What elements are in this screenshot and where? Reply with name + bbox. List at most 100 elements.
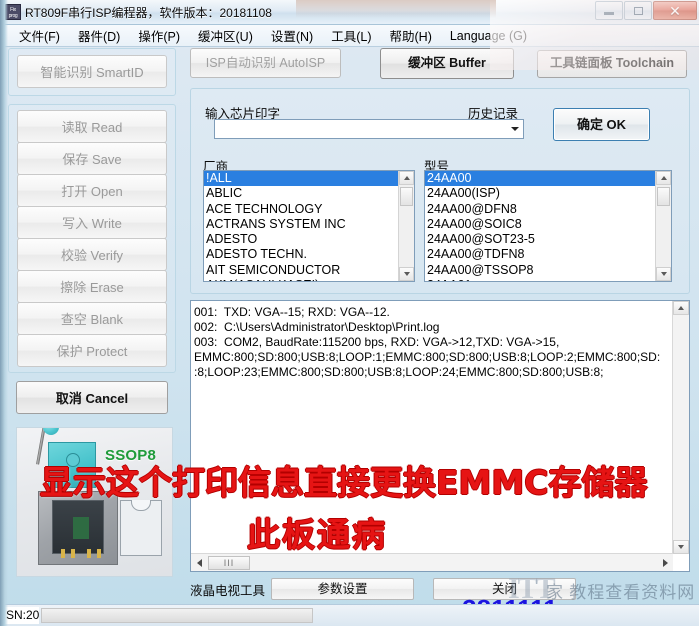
menu-buffer[interactable]: 缓冲区(U): [189, 24, 262, 47]
smartid-button[interactable]: 智能识别 SmartID: [17, 55, 167, 88]
maximize-icon: [633, 6, 643, 15]
lcd-tv-tool-label: 液晶电视工具: [190, 583, 266, 598]
read-button[interactable]: 读取 Read: [17, 110, 167, 143]
progress-bar: [41, 608, 314, 623]
status-bar: SN:20: [0, 604, 699, 626]
vendor-scrollbar[interactable]: [398, 171, 414, 281]
pcb-hole: [66, 453, 80, 467]
minimize-icon: [604, 12, 614, 15]
ssop8-socket: [38, 491, 118, 565]
erase-button[interactable]: 擦除 Erase: [17, 270, 167, 303]
menu-bar: 文件(F) 器件(D) 操作(P) 缓冲区(U) 设置(N) 工具(L) 帮助(…: [0, 25, 699, 47]
log-output-panel[interactable]: 001: TXD: VGA--15; RXD: VGA--12. 002: C:…: [190, 300, 690, 572]
smartid-group: 智能识别 SmartID: [8, 48, 176, 96]
scroll-down-icon[interactable]: [656, 267, 671, 281]
minimize-button[interactable]: [595, 1, 623, 20]
blank-button[interactable]: 查空 Blank: [17, 302, 167, 335]
adapter-pcb: [48, 442, 96, 488]
socket-pin: [71, 549, 75, 558]
list-item[interactable]: ABLIC: [204, 186, 398, 201]
cancel-group: 取消 Cancel: [8, 381, 176, 414]
protect-button[interactable]: 保护 Protect: [17, 334, 167, 367]
scroll-up-icon[interactable]: [656, 171, 671, 185]
scrollbar-thumb[interactable]: [400, 187, 413, 206]
vendor-listbox[interactable]: !ALL ABLIC ACE TECHNOLOGY ACTRANS SYSTEM…: [203, 170, 415, 282]
list-item[interactable]: ACE TECHNOLOGY: [204, 202, 398, 217]
log-horizontal-scrollbar[interactable]: III: [191, 553, 673, 571]
window-controls: ✕: [595, 1, 697, 20]
window-left-edge: [0, 0, 8, 626]
log-line: EMMC:800;SD:800;USB:8;LOOP:1;EMMC:800;SD…: [194, 350, 661, 364]
window-title: RT809F串行ISP编程器，软件版本：20181108: [25, 5, 272, 20]
vendor-list-items: !ALL ABLIC ACE TECHNOLOGY ACTRANS SYSTEM…: [204, 171, 398, 281]
list-item[interactable]: ADESTO TECHN.: [204, 247, 398, 262]
chevron-down-icon[interactable]: [507, 120, 523, 138]
chip-search-combo[interactable]: [214, 119, 524, 139]
log-line: :8;LOOP:23;EMMC:800;SD:800;USB:8;LOOP:24…: [194, 365, 604, 379]
tab-buffer[interactable]: 缓冲区 Buffer: [380, 48, 514, 79]
close-button[interactable]: ✕: [653, 1, 697, 20]
scroll-down-icon[interactable]: [673, 540, 689, 554]
list-item[interactable]: 24AA00@SOT23-5: [425, 232, 655, 247]
chip-search-input[interactable]: [215, 120, 507, 138]
list-item[interactable]: 24AA00@TSSOP8: [425, 263, 655, 278]
socket-pin: [97, 549, 101, 558]
log-line: 003: COM2, BaudRate:115200 bps, RXD: VGA…: [194, 335, 560, 349]
log-line: 001: TXD: VGA--15; RXD: VGA--12.: [194, 305, 390, 319]
tab-toolchain[interactable]: 工具链面板 Toolchain: [537, 50, 687, 78]
close-dialog-button[interactable]: 关闭: [433, 578, 577, 600]
parameter-settings-button[interactable]: 参数设置: [271, 578, 415, 600]
scroll-left-icon[interactable]: [191, 555, 207, 570]
log-vertical-scrollbar[interactable]: [672, 301, 689, 554]
list-item[interactable]: AKM(ASAHI KASEI): [204, 278, 398, 281]
status-sn: SN:20: [2, 607, 40, 624]
menu-settings[interactable]: 设置(N): [262, 24, 322, 47]
model-scrollbar[interactable]: [655, 171, 671, 281]
model-list-items: 24AA00 24AA00(ISP) 24AA00@DFN8 24AA00@SO…: [425, 171, 655, 281]
left-operations-panel: 智能识别 SmartID 读取 Read 保存 Save 打开 Open 写入 …: [8, 48, 176, 414]
socket-cavity: [52, 500, 104, 554]
card-outline-graphic: [120, 500, 162, 556]
model-listbox[interactable]: 24AA00 24AA00(ISP) 24AA00@DFN8 24AA00@SO…: [424, 170, 672, 282]
list-item[interactable]: !ALL: [204, 171, 398, 187]
list-item[interactable]: 24AA00@SOIC8: [425, 217, 655, 232]
list-item[interactable]: AIT SEMICONDUCTOR: [204, 263, 398, 278]
scrollbar-thumb[interactable]: [657, 187, 670, 206]
socket-pin: [61, 549, 65, 558]
scrollbar-thumb[interactable]: III: [208, 555, 250, 570]
list-item[interactable]: ADESTO: [204, 232, 398, 247]
menu-language[interactable]: Language (G): [441, 27, 536, 45]
application-window: Fix prog RT809F串行ISP编程器，软件版本：20181108 ✕ 文…: [0, 0, 699, 626]
write-button[interactable]: 写入 Write: [17, 206, 167, 239]
menu-operation[interactable]: 操作(P): [129, 24, 189, 47]
scroll-up-icon[interactable]: [673, 301, 689, 315]
menu-tools[interactable]: 工具(L): [322, 24, 380, 47]
list-item[interactable]: 24AA00@DFN8: [425, 202, 655, 217]
menu-help[interactable]: 帮助(H): [381, 24, 441, 47]
scroll-up-icon[interactable]: [399, 171, 414, 185]
socket-contact-block: [73, 517, 89, 539]
verify-button[interactable]: 校验 Verify: [17, 238, 167, 271]
list-item[interactable]: 24AA00: [425, 171, 655, 187]
menu-device[interactable]: 器件(D): [69, 24, 129, 47]
tab-strip: ISP自动识别 AutoISP 缓冲区 Buffer 工具链面板 Toolcha…: [190, 48, 690, 80]
menu-file[interactable]: 文件(F): [10, 24, 69, 47]
scroll-down-icon[interactable]: [399, 267, 414, 281]
title-bar: Fix prog RT809F串行ISP编程器，软件版本：20181108 ✕: [0, 0, 699, 25]
adapter-photo: SSOP8: [16, 427, 173, 577]
open-button[interactable]: 打开 Open: [17, 174, 167, 207]
ok-button[interactable]: 确定 OK: [553, 108, 650, 141]
scroll-right-icon[interactable]: [657, 555, 673, 570]
cancel-button[interactable]: 取消 Cancel: [16, 381, 168, 414]
save-button[interactable]: 保存 Save: [17, 142, 167, 175]
log-line: 002: C:\Users\Administrator\Desktop\Prin…: [194, 320, 440, 334]
list-item[interactable]: 24AA00(ISP): [425, 186, 655, 201]
list-item[interactable]: 24AA00@TDFN8: [425, 247, 655, 262]
tab-autoisp[interactable]: ISP自动识别 AutoISP: [190, 48, 341, 78]
list-item[interactable]: ACTRANS SYSTEM INC: [204, 217, 398, 232]
card-notch: [131, 500, 151, 511]
socket-pin: [87, 549, 91, 558]
ssop8-caption: SSOP8: [105, 447, 157, 464]
maximize-button[interactable]: [624, 1, 652, 20]
list-item[interactable]: 24AA01: [425, 278, 655, 281]
